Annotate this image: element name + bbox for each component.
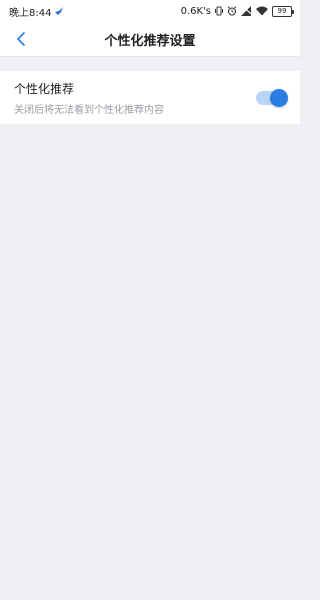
status-left: 晚上8:44: [9, 4, 64, 19]
battery-icon: 99: [272, 5, 294, 17]
signal-icon: [241, 6, 252, 16]
settings-content: 个性化推荐 关闭后将无法看到个性化推荐内容: [0, 57, 300, 124]
setting-row-personalized-recommendation: 个性化推荐 关闭后将无法看到个性化推荐内容: [0, 71, 300, 124]
chevron-left-icon: [17, 32, 25, 46]
wifi-icon: [256, 6, 268, 16]
setting-text: 个性化推荐 关闭后将无法看到个性化推荐内容: [14, 80, 164, 116]
personalized-recommendation-toggle[interactable]: [256, 88, 288, 107]
vibrate-icon: [215, 6, 223, 16]
status-bar: 晚上8:44 0.6K's 99: [0, 0, 300, 22]
alarm-icon: [227, 6, 237, 16]
setting-subtitle: 关闭后将无法看到个性化推荐内容: [14, 104, 164, 116]
page-title: 个性化推荐设置: [104, 33, 196, 49]
toggle-knob: [270, 88, 288, 107]
back-button[interactable]: [12, 30, 30, 48]
status-time: 晚上8:44: [9, 7, 52, 19]
status-right: 0.6K's 99: [180, 5, 294, 17]
network-speed: 0.6K's: [180, 5, 211, 17]
setting-title: 个性化推荐: [14, 81, 75, 96]
nav-bar: 个性化推荐设置: [0, 22, 300, 56]
bird-notification-icon: [55, 7, 64, 15]
